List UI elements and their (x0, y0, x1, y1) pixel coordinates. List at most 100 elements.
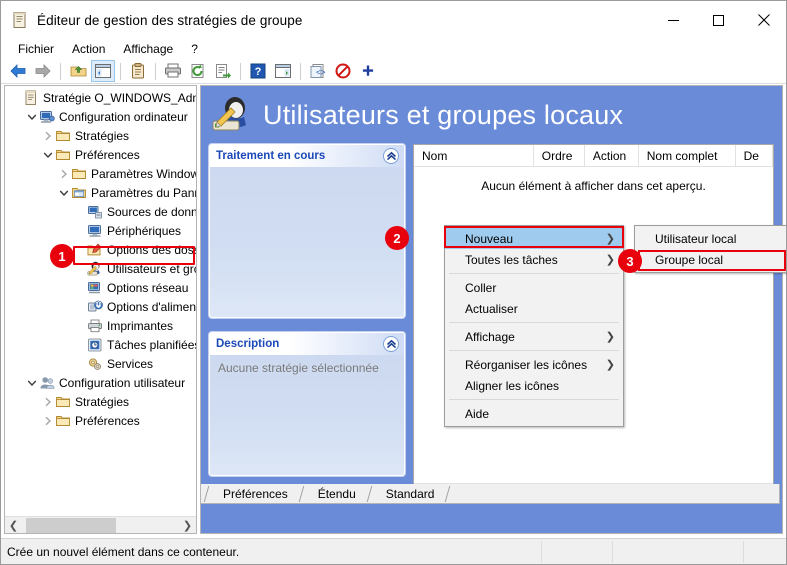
help-icon[interactable]: ? (246, 60, 270, 82)
tree-item-label: Options des doss (107, 242, 196, 257)
chevron-up-icon[interactable] (383, 336, 399, 352)
properties-clipboard-icon[interactable] (126, 60, 150, 82)
context-menu-label: Réorganiser les icônes (465, 357, 588, 372)
refresh-icon[interactable] (186, 60, 210, 82)
column-header-nom-complet[interactable]: Nom complet (639, 145, 736, 166)
menu-help[interactable]: ? (182, 40, 207, 58)
tree-item-strat-gies[interactable]: Stratégies (5, 126, 196, 145)
show-hide-console-tree-icon[interactable] (91, 60, 115, 82)
tree-horizontal-scrollbar[interactable]: ❮ ❯ (5, 516, 196, 533)
tree-item-pr-f-rences[interactable]: Préférences (5, 411, 196, 430)
menu-fichier[interactable]: Fichier (9, 40, 63, 58)
empty-list-message: Aucun élément à afficher dans cet aperçu… (481, 179, 706, 193)
tree-item-sources-de-donn[interactable]: Sources de donn (5, 202, 196, 221)
chevron-right-icon[interactable] (41, 392, 55, 411)
chevron-down-icon[interactable] (41, 145, 55, 164)
tab-preferences[interactable]: Préférences (213, 485, 298, 503)
up-folder-icon[interactable] (66, 60, 90, 82)
tree-item-imprimantes[interactable]: Imprimantes (5, 316, 196, 335)
context-menu-label: Actualiser (465, 301, 518, 316)
toolbar-separator (300, 62, 301, 80)
submenu-item-utilisateur-local[interactable]: Utilisateur local (635, 228, 786, 249)
print-icon[interactable] (161, 60, 185, 82)
disable-icon[interactable] (331, 60, 355, 82)
tab-standard[interactable]: Standard (376, 485, 445, 503)
context-menu-item-reorganiser-les-icones[interactable]: Réorganiser les icônes ❯ (445, 354, 623, 375)
chevron-down-icon[interactable] (25, 107, 39, 126)
show-hide-action-pane-icon[interactable] (271, 60, 295, 82)
new-item-icon[interactable] (356, 60, 380, 82)
status-divider (541, 540, 542, 563)
context-menu-item-coller[interactable]: Coller (445, 277, 623, 298)
main-content: Stratégie O_WINDOWS_AdminL Configuration … (4, 85, 783, 534)
scheduled-tasks-icon (87, 337, 103, 353)
callout-badge-1: 1 (50, 244, 74, 268)
submenu-item-groupe-local[interactable]: Groupe local (635, 249, 786, 270)
column-header-de[interactable]: De (736, 145, 773, 166)
minimize-button[interactable] (651, 1, 696, 39)
console-tree: Stratégie O_WINDOWS_AdminL Configuration … (5, 86, 196, 430)
toolbar-separator (240, 62, 241, 80)
tree-item-param-tres-du-panne[interactable]: Paramètres du Panne (5, 183, 196, 202)
column-header-nom[interactable]: Nom (414, 145, 534, 166)
folder-icon (55, 394, 71, 410)
tree-item-configuration-ordinateur[interactable]: Configuration ordinateur (5, 107, 196, 126)
chevron-down-icon[interactable] (57, 183, 71, 202)
tree-item-options-des-doss[interactable]: Options des doss (5, 240, 196, 259)
forward-icon[interactable] (31, 60, 55, 82)
context-menu-item-affichage[interactable]: Affichage ❯ (445, 326, 623, 347)
tree-item-services[interactable]: Services (5, 354, 196, 373)
context-menu-item-actualiser[interactable]: Actualiser (445, 298, 623, 319)
back-icon[interactable] (6, 60, 30, 82)
tree-item-strat-gie-o-windows-adminl[interactable]: Stratégie O_WINDOWS_AdminL (5, 88, 196, 107)
chevron-right-icon[interactable] (41, 411, 55, 430)
context-menu-item-aligner-les-icones[interactable]: Aligner les icônes (445, 375, 623, 396)
chevron-down-icon[interactable] (25, 373, 39, 392)
tree-item-param-tres-windows[interactable]: Paramètres Windows (5, 164, 196, 183)
tab-etendu[interactable]: Étendu (308, 485, 366, 503)
panel-title: Description (216, 338, 280, 350)
copy-settings-icon[interactable]: <> (306, 60, 330, 82)
chevron-right-icon[interactable] (41, 126, 55, 145)
context-menu-item-toutes-les-taches[interactable]: Toutes les tâches ❯ (445, 249, 623, 270)
tree-item-label: Périphériques (107, 223, 182, 238)
context-menu-item-aide[interactable]: Aide (445, 403, 623, 424)
tree-item-label: Configuration utilisateur (59, 375, 186, 390)
status-bar: Crée un nouvel élément dans ce conteneur… (1, 538, 786, 564)
callout-badge-2: 2 (385, 226, 409, 250)
tree-item-configuration-utilisateur[interactable]: Configuration utilisateur (5, 373, 196, 392)
tree-item-options-r-seau[interactable]: Options réseau (5, 278, 196, 297)
services-icon (87, 356, 103, 372)
tree-scroll-thumb[interactable] (26, 517, 116, 533)
tree-item-pr-f-rences[interactable]: Préférences (5, 145, 196, 164)
chevron-up-icon[interactable] (383, 148, 399, 164)
folder-options-icon (87, 242, 103, 258)
window-title: Éditeur de gestion des stratégies de gro… (37, 12, 303, 28)
tree-item-strat-gies[interactable]: Stratégies (5, 392, 196, 411)
tree-item-p-riph-riques[interactable]: Périphériques (5, 221, 196, 240)
callout-number: 1 (58, 248, 66, 264)
maximize-button[interactable] (696, 1, 741, 39)
tree-item-utilisateurs-et-grc[interactable]: Utilisateurs et grc (5, 259, 196, 278)
chevron-left-icon[interactable]: ❮ (5, 517, 22, 534)
tree-item-label: Options réseau (107, 280, 189, 295)
page-title: Utilisateurs et groupes locaux (263, 99, 624, 130)
menu-action[interactable]: Action (63, 40, 114, 58)
chevron-right-icon[interactable]: ❯ (179, 517, 196, 534)
close-button[interactable] (741, 1, 786, 39)
export-list-icon[interactable] (211, 60, 235, 82)
tree-item-options-d-alimen[interactable]: Options d'alimen (5, 297, 196, 316)
tree-item-t-ches-planifi-es[interactable]: Tâches planifiées (5, 335, 196, 354)
chevron-right-icon[interactable] (57, 164, 71, 183)
menu-affichage[interactable]: Affichage (114, 40, 182, 58)
status-divider (743, 540, 744, 563)
column-header-ordre[interactable]: Ordre (534, 145, 585, 166)
context-menu-item-nouveau[interactable]: Nouveau ❯ (445, 228, 623, 249)
column-header-action[interactable]: Action (585, 145, 639, 166)
chevron-right-icon: ❯ (605, 359, 615, 371)
